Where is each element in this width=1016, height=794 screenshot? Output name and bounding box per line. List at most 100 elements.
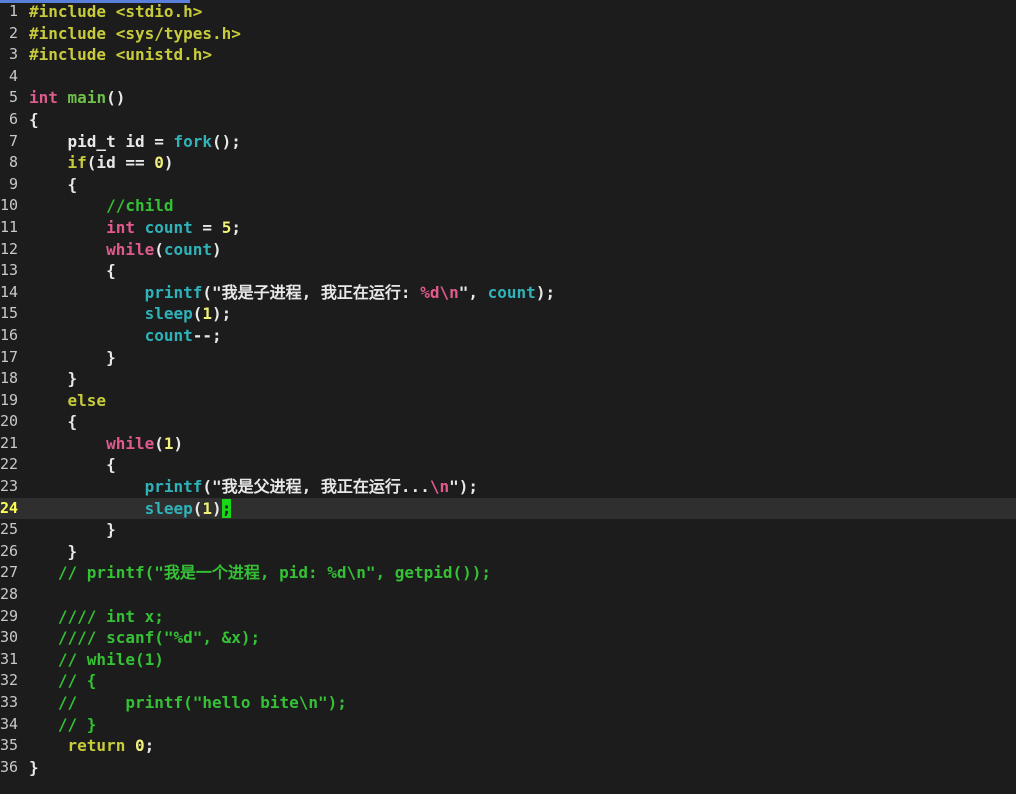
code-text[interactable]: { [29, 411, 78, 433]
code-line[interactable]: 31 // while(1) [0, 649, 1016, 671]
code-line[interactable]: 25 } [0, 519, 1016, 541]
code-line[interactable]: 16 count--; [0, 325, 1016, 347]
line-number: 32 [0, 671, 19, 690]
code-token: ( [154, 239, 164, 259]
code-line[interactable]: 20 { [0, 411, 1016, 433]
code-line[interactable]: 32 // { [0, 670, 1016, 692]
code-text[interactable]: // printf("我是一个进程, pid: %d\n", getpid())… [29, 562, 491, 584]
code-text[interactable]: #include <unistd.h> [29, 44, 212, 66]
code-line[interactable]: 18 } [0, 368, 1016, 390]
code-line[interactable]: 28 [0, 584, 1016, 606]
code-text[interactable]: printf("我是父进程, 我正在运行...\n"); [29, 476, 478, 498]
code-text[interactable]: // printf("hello bite\n"); [29, 692, 347, 714]
code-line[interactable]: 1 #include <stdio.h> [0, 1, 1016, 23]
code-line[interactable]: 36} [0, 757, 1016, 779]
code-line[interactable]: 11 int count = 5; [0, 217, 1016, 239]
code-text[interactable]: else [29, 390, 107, 412]
code-token: return [67, 736, 126, 756]
code-text[interactable]: //// int x; [29, 606, 164, 628]
code-text[interactable]: int count = 5; [29, 217, 241, 239]
line-number: 8 [8, 153, 18, 172]
code-line[interactable]: 34 // } [0, 714, 1016, 736]
code-token: } [29, 369, 78, 389]
code-text[interactable]: // while(1) [29, 649, 164, 671]
line-number: 13 [0, 261, 19, 280]
code-token: main [67, 88, 107, 108]
code-text[interactable]: printf("我是子进程, 我正在运行: %d\n", count); [29, 282, 555, 304]
code-line[interactable]: 5 int main() [0, 87, 1016, 109]
code-line[interactable]: 21 while(1) [0, 433, 1016, 455]
code-line[interactable]: 9 { [0, 174, 1016, 196]
code-text[interactable]: } [29, 519, 116, 541]
code-text[interactable]: count--; [29, 325, 222, 347]
code-text[interactable]: //child [29, 195, 173, 217]
code-text[interactable]: } [29, 757, 39, 779]
code-token: #include <sys/types.h> [29, 23, 241, 43]
code-token: { [29, 109, 39, 129]
code-token: 1 [202, 498, 213, 518]
code-line[interactable]: 22 { [0, 454, 1016, 476]
code-token: if [67, 153, 87, 173]
code-line[interactable]: 26 } [0, 541, 1016, 563]
code-text[interactable]: { [29, 454, 116, 476]
code-line[interactable]: 12 while(count) [0, 239, 1016, 261]
code-token: ) [163, 153, 174, 173]
code-line[interactable]: 4 [0, 66, 1016, 88]
code-token: ) [212, 239, 222, 259]
code-text[interactable]: { [29, 260, 116, 282]
line-number: 22 [0, 455, 19, 474]
code-line[interactable]: 30 //// scanf("%d", &x); [0, 627, 1016, 649]
code-text[interactable]: } [29, 368, 78, 390]
code-text[interactable]: while(1) [29, 433, 183, 455]
code-token: // printf("我是一个进程, pid: %d\n", getpid())… [29, 563, 492, 583]
code-line[interactable]: 14 printf("我是子进程, 我正在运行: %d\n", count); [0, 282, 1016, 304]
code-text[interactable]: //// scanf("%d", &x); [29, 627, 260, 649]
code-line[interactable]: 8 if(id == 0) [0, 152, 1016, 174]
code-text[interactable]: // { [29, 670, 97, 692]
code-text[interactable]: if(id == 0) [29, 152, 174, 174]
code-line[interactable]: 35 return 0; [0, 735, 1016, 757]
line-number: 33 [0, 693, 19, 711]
code-token: fork [173, 131, 213, 151]
line-number: 16 [0, 325, 19, 344]
code-text[interactable]: sleep(1); [29, 498, 232, 520]
code-text[interactable]: } [29, 347, 116, 369]
code-line[interactable]: 3 #include <unistd.h> [0, 44, 1016, 66]
code-line[interactable]: 15 sleep(1); [0, 303, 1016, 325]
code-line[interactable]: 27 // printf("我是一个进程, pid: %d\n", getpid… [0, 562, 1016, 584]
code-editor[interactable]: 1 #include <stdio.h> 2 #include <sys/types.… [0, 0, 1016, 794]
code-text[interactable]: #include <stdio.h> [29, 1, 202, 23]
code-line[interactable]: 24 sleep(1); [0, 497, 1016, 520]
code-text[interactable]: { [29, 174, 78, 196]
code-token: } [29, 541, 78, 561]
code-text[interactable]: int main() [29, 87, 125, 109]
line-number: 23 [0, 477, 19, 496]
code-text[interactable]: return 0; [29, 735, 155, 757]
code-area[interactable]: 1 #include <stdio.h> 2 #include <sys/types.… [0, 1, 1016, 778]
line-number: 31 [0, 649, 19, 668]
code-line[interactable]: 6{ [0, 109, 1016, 131]
code-line[interactable]: 10 //child [0, 195, 1016, 217]
code-text[interactable]: } [29, 541, 78, 563]
code-text[interactable]: // } [29, 714, 97, 736]
code-line[interactable]: 29 //// int x; [0, 606, 1016, 628]
code-line[interactable]: 33 // printf("hello bite\n"); [0, 692, 1016, 714]
code-line[interactable]: 17 } [0, 347, 1016, 369]
line-number: 4 [8, 66, 18, 85]
code-token: else [67, 390, 107, 410]
code-token: #include <unistd.h> [29, 45, 213, 65]
code-text[interactable]: pid_t id = fork(); [29, 131, 241, 153]
code-text[interactable]: { [29, 109, 39, 131]
code-line[interactable]: 13 { [0, 260, 1016, 282]
code-line[interactable]: 2 #include <sys/types.h> [0, 23, 1016, 45]
code-text[interactable]: sleep(1); [29, 303, 232, 325]
code-text[interactable]: while(count) [29, 239, 222, 261]
code-token: () [106, 88, 126, 108]
code-line[interactable]: 19 else [0, 390, 1016, 412]
code-text[interactable]: #include <sys/types.h> [29, 23, 241, 45]
code-line[interactable]: 7 pid_t id = fork(); [0, 131, 1016, 153]
code-line[interactable]: 23 printf("我是父进程, 我正在运行...\n"); [0, 476, 1016, 498]
